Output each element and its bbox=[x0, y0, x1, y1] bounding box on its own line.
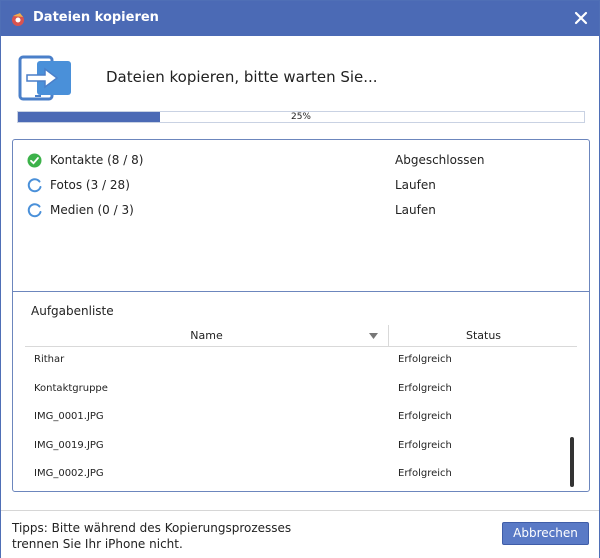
column-header-status-label: Status bbox=[465, 329, 502, 342]
check-icon bbox=[27, 153, 42, 168]
row-name: IMG_0019.JPG bbox=[34, 439, 104, 451]
footer-bar: Tipps: Bitte während des Kopierungsproze… bbox=[1, 510, 599, 558]
table-row[interactable]: IMG_0002.JPG Erfolgreich bbox=[25, 463, 577, 492]
row-name: IMG_0002.JPG bbox=[34, 468, 104, 480]
status-message: Dateien kopieren, bitte warten Sie... bbox=[106, 68, 378, 86]
task-list-title: Aufgabenliste bbox=[31, 304, 114, 318]
close-icon[interactable] bbox=[571, 8, 591, 28]
category-row-medien: Medien (0 / 3) Laufen bbox=[27, 202, 567, 220]
progress-panel: Kontakte (8 / 8) Abgeschlossen Fotos (3 … bbox=[12, 139, 590, 492]
tips-text: Tipps: Bitte während des Kopierungsproze… bbox=[12, 520, 312, 552]
tips-line-1: Tipps: Bitte während des Kopierungsproze… bbox=[12, 521, 292, 535]
table-row[interactable]: IMG_0019.JPG Erfolgreich bbox=[25, 435, 577, 464]
tips-line-2: trennen Sie Ihr iPhone nicht. bbox=[12, 537, 183, 551]
row-name: Kontaktgruppe bbox=[34, 382, 108, 394]
category-state: Laufen bbox=[395, 203, 436, 217]
row-name: Rithar bbox=[34, 354, 65, 365]
row-status: Erfolgreich bbox=[398, 468, 452, 480]
cancel-button[interactable]: Abbrechen bbox=[502, 522, 589, 545]
column-header-status[interactable]: Status bbox=[390, 325, 577, 346]
spinner-icon bbox=[27, 203, 42, 218]
app-logo-icon bbox=[12, 13, 24, 26]
progress-label: 25% bbox=[290, 112, 311, 122]
table-row[interactable]: IMG_0001.JPG Erfolgreich bbox=[25, 406, 577, 435]
row-status: Erfolgreich bbox=[398, 411, 452, 423]
task-table-header: Name Status bbox=[25, 325, 577, 347]
category-row-kontakte: Kontakte (8 / 8) Abgeschlossen bbox=[27, 152, 567, 170]
column-header-name-label: Name bbox=[190, 329, 223, 342]
scrollbar-thumb[interactable] bbox=[570, 437, 574, 487]
column-header-name[interactable]: Name bbox=[25, 325, 389, 346]
row-status: Erfolgreich bbox=[398, 382, 452, 394]
row-name: IMG_0001.JPG bbox=[34, 411, 104, 423]
category-state: Laufen bbox=[395, 178, 436, 192]
category-row-fotos: Fotos (3 / 28) Laufen bbox=[27, 177, 567, 195]
task-table-body: Rithar Erfolgreich Kontaktgruppe Erfolgr… bbox=[25, 349, 577, 492]
table-row[interactable]: Rithar Erfolgreich bbox=[25, 349, 577, 378]
row-status: Erfolgreich bbox=[398, 354, 452, 365]
sort-down-icon[interactable] bbox=[369, 333, 378, 339]
copy-to-device-icon bbox=[18, 55, 71, 101]
title-bar[interactable]: Dateien kopieren bbox=[1, 1, 599, 36]
table-row[interactable]: Kontaktgruppe Erfolgreich bbox=[25, 378, 577, 407]
row-status: Erfolgreich bbox=[398, 439, 452, 451]
window-title: Dateien kopieren bbox=[33, 10, 159, 25]
panel-divider bbox=[13, 291, 589, 292]
category-state: Abgeschlossen bbox=[395, 153, 485, 167]
spinner-icon bbox=[27, 178, 42, 193]
progress-bar: 25% bbox=[17, 111, 585, 123]
category-name: Medien (0 / 3) bbox=[50, 203, 134, 217]
category-name: Kontakte (8 / 8) bbox=[50, 153, 144, 167]
dialog-window: Dateien kopieren Dateien kopieren, bitte… bbox=[0, 0, 600, 558]
category-name: Fotos (3 / 28) bbox=[50, 178, 130, 192]
